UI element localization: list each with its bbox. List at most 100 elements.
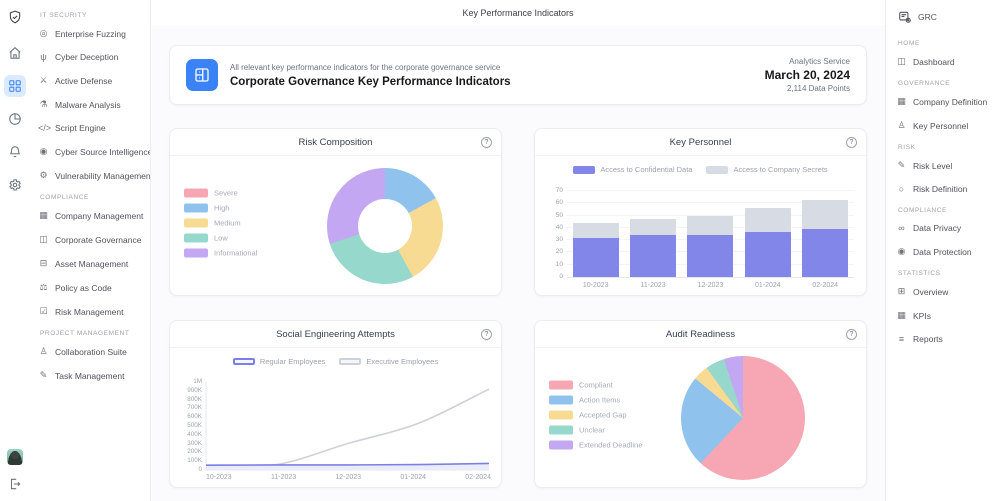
avatar[interactable]: [7, 449, 23, 465]
legend-label: Informational: [214, 248, 257, 257]
y-axis-tick: 70: [543, 187, 563, 194]
shield-logo-icon[interactable]: [4, 6, 26, 28]
nav-item-label: Cyber Deception: [55, 52, 118, 62]
bank-icon: ◫: [38, 234, 49, 245]
nav-item-script-engine[interactable]: </>Script Engine: [38, 123, 146, 133]
help-icon[interactable]: ?: [481, 329, 492, 340]
card-title: Key Personnel: [670, 137, 732, 148]
nav-item-label: Policy as Code: [55, 283, 112, 293]
section-label-project-management: PROJECT MANAGEMENT: [40, 330, 146, 337]
nav-item-corporate-governance[interactable]: ◫Corporate Governance: [38, 234, 146, 245]
help-icon[interactable]: ?: [846, 137, 857, 148]
help-icon[interactable]: ?: [846, 329, 857, 340]
line-plot: 0100K200K300K400K500K600K700K800K900K1M: [206, 382, 491, 470]
nav-item-risk-management[interactable]: ☑Risk Management: [38, 306, 146, 317]
bell-icon[interactable]: [4, 141, 26, 163]
nav-item-cyber-source-intelligence[interactable]: ◉Cyber Source Intelligence: [38, 146, 146, 157]
legend-swatch: [184, 233, 208, 242]
pencil-icon: ✎: [896, 160, 907, 171]
nav-item-label: Data Privacy: [913, 223, 961, 233]
analytics-service-label: Analytics Service: [765, 57, 850, 66]
bar-11-2023[interactable]: [630, 219, 676, 277]
nav-item-label: Asset Management: [55, 259, 128, 269]
nav-item-task-management[interactable]: ✎Task Management: [38, 370, 146, 381]
nav-item-policy-as-code[interactable]: ⚖Policy as Code: [38, 282, 146, 293]
nav-item-company-management[interactable]: ▦Company Management: [38, 210, 146, 221]
pie-chart-icon[interactable]: [4, 108, 26, 130]
nav-item-active-defense[interactable]: ⚔Active Defense: [38, 75, 146, 86]
nav-item-label: Key Personnel: [913, 121, 968, 131]
nav-item-kpis[interactable]: ▦KPIs: [896, 310, 994, 321]
nav-item-data-protection[interactable]: ◉Data Protection: [896, 246, 994, 257]
x-axis-tick: 02-2024: [802, 282, 848, 289]
nav-item-collaboration-suite[interactable]: ♙Collaboration Suite: [38, 346, 146, 357]
icon-rail: [0, 0, 30, 501]
logout-icon[interactable]: [4, 473, 26, 495]
y-axis-tick: 900K: [178, 387, 202, 394]
bar-02-2024[interactable]: [802, 200, 848, 277]
y-axis-tick: 600K: [178, 413, 202, 420]
nav-item-dashboard[interactable]: ◫Dashboard: [896, 56, 994, 67]
legend-item-medium: Medium: [184, 218, 257, 227]
nav-item-company-definition[interactable]: ▦Company Definition: [896, 96, 994, 107]
social-engineering-chart: Regular EmployeesExecutive Employees0100…: [170, 348, 501, 487]
nav-item-label: Overview: [913, 287, 948, 297]
target-icon: ◎: [38, 28, 49, 39]
nav-item-risk-definition[interactable]: ○Risk Definition: [896, 184, 994, 194]
legend-item-action-items: Action Items: [549, 395, 642, 404]
y-axis-tick: 100K: [178, 457, 202, 464]
nav-item-cyber-deception[interactable]: ψCyber Deception: [38, 52, 146, 62]
bar-segment: [802, 229, 848, 277]
code-icon: </>: [38, 123, 49, 133]
gear-icon[interactable]: [4, 174, 26, 196]
swords-icon: ⚔: [38, 75, 49, 86]
y-axis-tick: 1M: [178, 378, 202, 385]
dashboard-grid-icon[interactable]: [4, 75, 26, 97]
bar-segment: [630, 219, 676, 235]
nav-item-label: Company Definition: [913, 97, 987, 107]
nav-item-key-personnel[interactable]: ♙Key Personnel: [896, 120, 994, 131]
x-axis-tick: 12-2023: [335, 474, 361, 481]
legend-swatch: [184, 203, 208, 212]
left-nav: IT SECURITY◎Enterprise FuzzingψCyber Dec…: [30, 0, 150, 501]
bar-10-2023[interactable]: [573, 223, 619, 277]
chart-grid: Risk Composition ? SevereHighMediumLowIn…: [169, 128, 867, 488]
nav-item-data-privacy[interactable]: ∞Data Privacy: [896, 223, 994, 233]
nav-item-reports[interactable]: ≡Reports: [896, 334, 994, 344]
folder-icon: ⊟: [38, 258, 49, 269]
nav-item-enterprise-fuzzing[interactable]: ◎Enterprise Fuzzing: [38, 28, 146, 39]
bar-segment: [745, 208, 791, 231]
legend-swatch: [549, 425, 573, 434]
legend-item-extended-deadline: Extended Deadline: [549, 440, 642, 449]
pencil-icon: ✎: [38, 370, 49, 381]
legend-label: Low: [214, 233, 228, 242]
y-axis-tick: 800K: [178, 396, 202, 403]
nav-item-overview[interactable]: ⊞Overview: [896, 286, 994, 297]
bar-12-2023[interactable]: [687, 216, 733, 277]
nav-item-vulnerability-management[interactable]: ⚙Vulnerability Management: [38, 170, 146, 181]
building-icon: ▦: [38, 210, 49, 221]
y-axis-tick: 30: [543, 236, 563, 243]
legend-swatch: [184, 218, 208, 227]
nav-item-risk-level[interactable]: ✎Risk Level: [896, 160, 994, 171]
bar-segment: [802, 200, 848, 229]
help-icon[interactable]: ?: [481, 137, 492, 148]
home-icon[interactable]: [4, 42, 26, 64]
legend-item-access-to-company-secrets: Access to Company Secrets: [706, 165, 827, 174]
nav-item-asset-management[interactable]: ⊟ Asset Management: [38, 258, 146, 269]
x-axis-tick: 01-2024: [400, 474, 426, 481]
legend-item-executive-employees: Executive Employees: [339, 357, 438, 366]
legend-item-access-to-confidential-data: Access to Confidential Data: [573, 165, 692, 174]
legend-swatch: [549, 395, 573, 404]
pie-plot: [681, 356, 805, 480]
right-nav: GRC HOME◫DashboardGOVERNANCE▦Company Def…: [886, 0, 1000, 501]
legend-swatch: [549, 410, 573, 419]
bar-01-2024[interactable]: [745, 208, 791, 277]
y-axis-tick: 300K: [178, 440, 202, 447]
section-label-statistics: STATISTICS: [898, 270, 994, 277]
grc-module-icon: [898, 10, 912, 24]
nav-item-malware-analysis[interactable]: ⚗Malware Analysis: [38, 99, 146, 110]
nav-item-label: Malware Analysis: [55, 100, 121, 110]
chart-legend: Access to Confidential Data Access to Com…: [535, 165, 866, 174]
grc-label: GRC: [918, 12, 937, 22]
